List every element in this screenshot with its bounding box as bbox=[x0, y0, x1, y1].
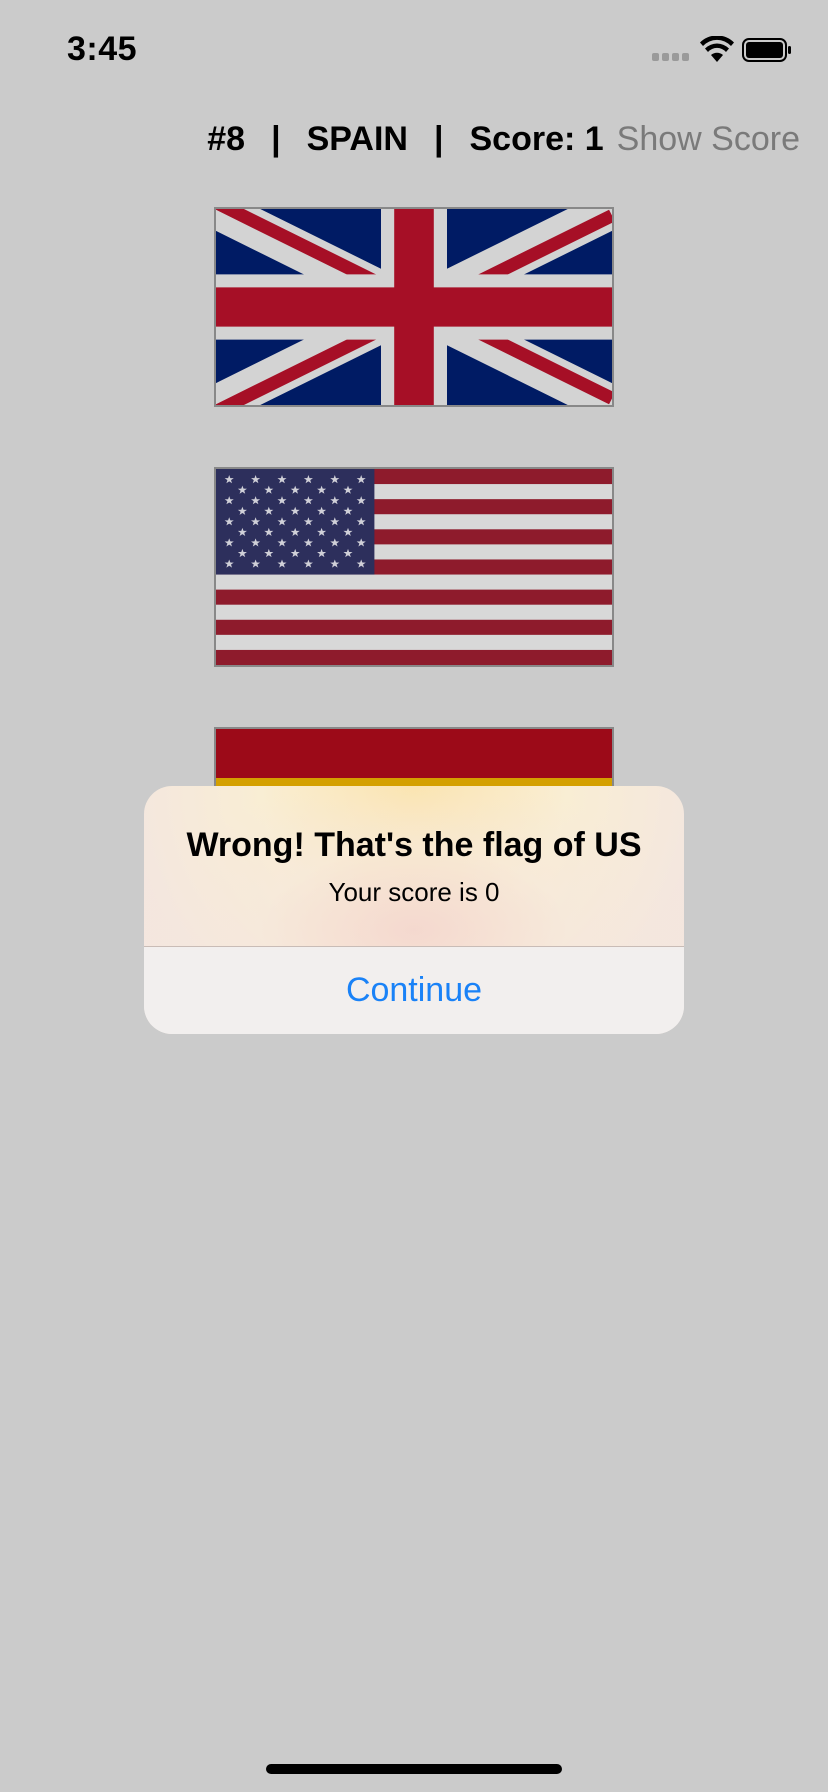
home-indicator bbox=[266, 1764, 562, 1774]
header-separator: | bbox=[433, 119, 444, 158]
question-number: #8 bbox=[207, 119, 246, 158]
quiz-header: #8 | SPAIN | Score: 1 Show Score bbox=[0, 117, 800, 161]
alert-title: Wrong! That's the flag of US bbox=[186, 826, 642, 864]
alert-background bbox=[144, 786, 684, 946]
flag-button-uk[interactable] bbox=[214, 207, 614, 407]
alert-message: Your score is 0 bbox=[328, 877, 500, 907]
wifi-icon bbox=[700, 36, 734, 62]
target-country: SPAIN bbox=[306, 119, 408, 158]
flag-button-us[interactable] bbox=[214, 467, 614, 667]
cellular-signal-icon bbox=[652, 53, 690, 63]
battery-icon bbox=[742, 38, 791, 62]
show-score-button[interactable]: Show Score bbox=[617, 120, 800, 159]
screen: 3:45 #8 | SPAIN | Score: 1 Show Score Wr… bbox=[0, 0, 828, 1792]
score-label: Score: 1 bbox=[469, 119, 604, 158]
continue-button[interactable]: Continue bbox=[144, 947, 684, 1034]
header-separator: | bbox=[271, 119, 281, 158]
status-time: 3:45 bbox=[67, 30, 138, 68]
uk-flag-image bbox=[216, 209, 612, 405]
us-flag-image bbox=[216, 469, 612, 665]
result-alert: Wrong! That's the flag of US Your score … bbox=[144, 786, 684, 1034]
